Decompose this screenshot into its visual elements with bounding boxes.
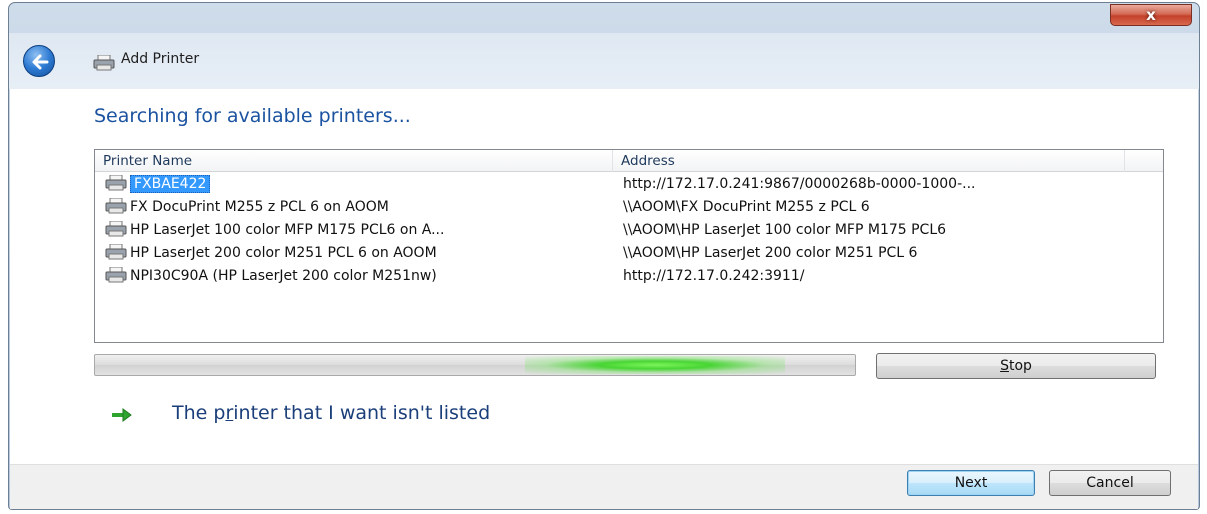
column-header-printer-name[interactable]: Printer Name [95,150,613,172]
printer-row[interactable]: NPI30C90A (HP LaserJet 200 color M251nw)… [95,265,1163,288]
stop-label: top [1008,358,1032,374]
green-arrow-icon [112,408,132,422]
window-title: Add Printer [121,51,200,67]
printer-icon [105,266,127,283]
printer-address: http://172.17.0.241:9867/0000268b-0000-1… [623,176,976,192]
printer-name-cell: HP LaserJet 100 color MFP M175 PCL6 on A… [105,219,444,242]
list-header: Printer Name Address [95,150,1163,172]
page-heading: Searching for available printers... [94,105,411,127]
add-printer-window: x Add Printer Searching for available pr… [8,2,1200,510]
progress-glow [525,356,785,374]
printer-name: FX DocuPrint M255 z PCL 6 on AOOM [130,199,389,215]
not-listed-after: inter that I want isn't listed [233,402,491,424]
not-listed-before: The p [172,402,226,424]
not-listed-text[interactable]: The printer that I want isn't listed [172,402,490,424]
printer-name-cell: FX DocuPrint M255 z PCL 6 on AOOM [105,196,389,219]
printer-address: http://172.17.0.242:3911/ [623,268,805,284]
wizard-content: Searching for available printers... Prin… [10,89,1198,464]
next-button[interactable]: Next [907,470,1035,496]
printer-name: HP LaserJet 100 color MFP M175 PCL6 on A… [130,222,445,238]
printer-icon [105,220,127,237]
printer-address: \\AOOM\HP LaserJet 200 color M251 PCL 6 [623,245,918,261]
column-header-filler [1125,150,1163,172]
printer-name: HP LaserJet 200 color M251 PCL 6 on AOOM [130,245,437,261]
printer-list[interactable]: Printer Name Address FXBAE422 http://172.… [94,149,1164,343]
printer-name: FXBAE422 [130,175,211,193]
stop-accel: S [1000,358,1009,374]
column-header-address[interactable]: Address [613,150,1125,172]
printer-name: NPI30C90A (HP LaserJet 200 color M251nw) [130,268,437,284]
printer-name-cell: HP LaserJet 200 color M251 PCL 6 on AOOM [105,242,437,265]
printer-address: \\AOOM\FX DocuPrint M255 z PCL 6 [623,199,870,215]
printer-name-cell: FXBAE422 [105,173,211,196]
printer-row[interactable]: FXBAE422 http://172.17.0.241:9867/0000268… [95,173,1163,196]
printer-row[interactable]: HP LaserJet 100 color MFP M175 PCL6 on A… [95,219,1163,242]
printer-icon [93,55,115,71]
stop-button[interactable]: Stop [876,353,1156,379]
close-button[interactable]: x [1110,4,1192,26]
wizard-header: Add Printer [9,33,1199,89]
title-bar[interactable]: x [9,3,1199,33]
close-icon: x [1146,6,1156,24]
printer-row[interactable]: FX DocuPrint M255 z PCL 6 on AOOM \\AOOM\… [95,196,1163,219]
printer-icon [105,174,127,191]
back-arrow-icon [32,54,49,70]
printer-rows: FXBAE422 http://172.17.0.241:9867/0000268… [95,173,1163,288]
printer-address: \\AOOM\HP LaserJet 100 color MFP M175 PC… [623,222,947,238]
printer-icon [105,197,127,214]
printer-row[interactable]: HP LaserJet 200 color M251 PCL 6 on AOOM… [95,242,1163,265]
printer-name-cell: NPI30C90A (HP LaserJet 200 color M251nw) [105,265,437,288]
back-button[interactable] [23,45,55,77]
search-progress-bar [94,354,856,376]
printer-icon [105,243,127,260]
cancel-button[interactable]: Cancel [1049,470,1171,496]
